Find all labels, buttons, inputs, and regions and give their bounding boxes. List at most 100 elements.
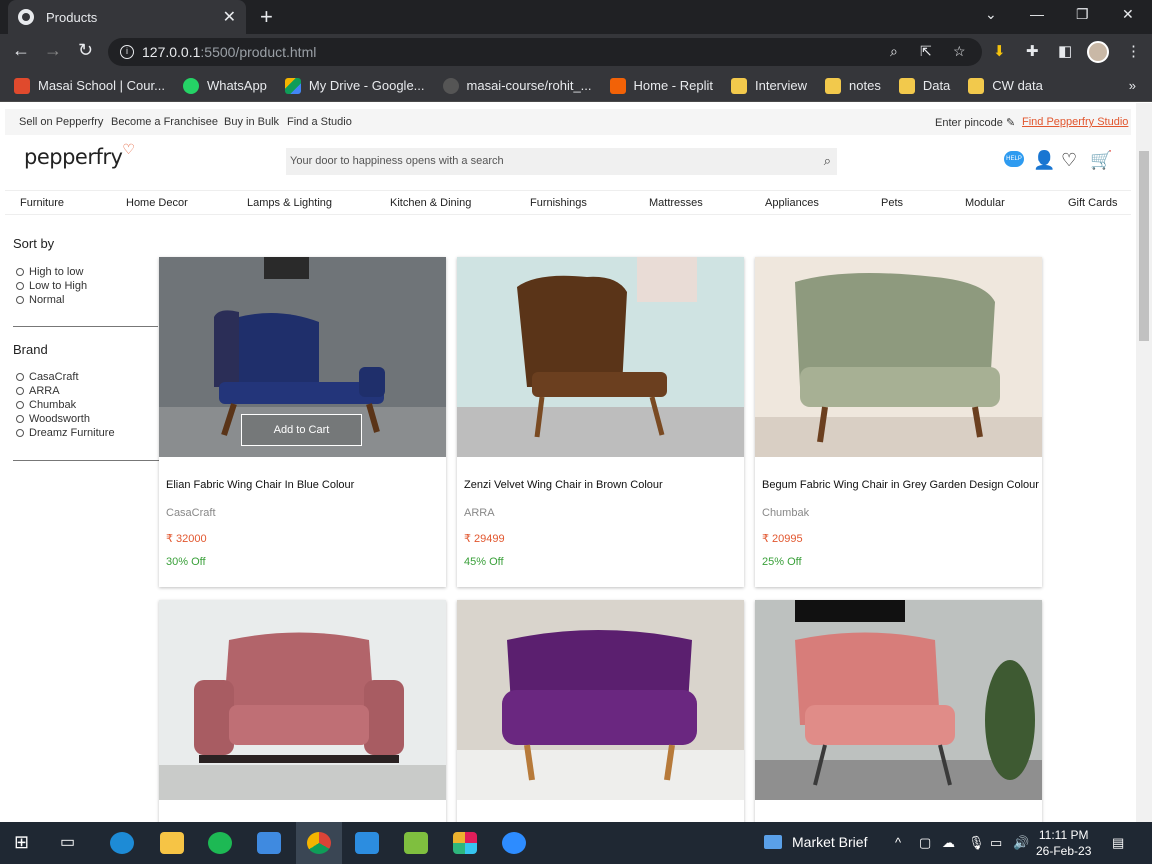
bulk-link[interactable]: Buy in Bulk [224, 116, 279, 128]
android-studio-icon[interactable] [404, 832, 428, 854]
market-brief-widget[interactable]: Market Brief [764, 834, 867, 850]
radio[interactable] [16, 282, 24, 290]
brand-chumbak[interactable]: Chumbak [16, 399, 76, 411]
bookmark-github[interactable]: masai-course/rohit_... [442, 77, 592, 94]
nav-furniture[interactable]: Furniture [20, 197, 64, 209]
product-card[interactable]: Zenzi Velvet Wing Chair in Brown Colour … [457, 257, 744, 587]
close-tab-icon[interactable]: ✕ [223, 7, 236, 27]
vscode-icon[interactable] [355, 832, 379, 854]
nav-appliances[interactable]: Appliances [765, 197, 819, 209]
nav-furnishings[interactable]: Furnishings [530, 197, 587, 209]
radio[interactable] [16, 401, 24, 409]
onedrive-icon[interactable]: ☁ [942, 835, 955, 851]
find-studio-link[interactable]: Find a Studio [287, 116, 352, 128]
menu-icon[interactable]: ⋮ [1126, 42, 1141, 60]
radio[interactable] [16, 429, 24, 437]
more-bookmarks-icon[interactable]: » [1129, 78, 1136, 93]
bookmark-drive[interactable]: My Drive - Google... [284, 77, 425, 94]
scrollbar-thumb[interactable] [1139, 151, 1149, 341]
product-image[interactable] [755, 600, 1042, 800]
product-image[interactable] [457, 600, 744, 800]
brand-casacraft[interactable]: CasaCraft [16, 371, 79, 383]
product-card[interactable]: Add to Cart Elian Fabric Wing Chair In B… [159, 257, 446, 587]
search-input[interactable]: Your door to happiness opens with a sear… [286, 148, 837, 175]
product-card[interactable] [755, 600, 1042, 822]
product-name[interactable]: Zenzi Velvet Wing Chair in Brown Colour [464, 479, 663, 491]
tab-search-icon[interactable]: ⌄ [985, 6, 997, 23]
product-image[interactable] [159, 600, 446, 800]
nav-lamps-lighting[interactable]: Lamps & Lighting [247, 197, 332, 209]
zoom-icon[interactable]: ⌕ [890, 43, 898, 60]
side-panel-icon[interactable]: ◧ [1058, 42, 1072, 60]
product-card[interactable] [159, 600, 446, 822]
windows-start-icon[interactable]: ⊞ [14, 832, 38, 854]
site-info-icon[interactable]: i [120, 45, 134, 59]
reload-icon[interactable]: ↻ [78, 40, 93, 61]
product-image[interactable]: Add to Cart [159, 257, 446, 457]
product-image[interactable] [755, 257, 1042, 457]
new-tab-icon[interactable]: + [260, 4, 273, 30]
back-icon[interactable]: ← [12, 40, 30, 61]
brand-arra[interactable]: ARRA [16, 385, 60, 397]
extensions-icon[interactable]: ✚ [1026, 42, 1039, 60]
nav-home-decor[interactable]: Home Decor [126, 197, 188, 209]
volume-icon[interactable]: 🔊 [1013, 835, 1029, 851]
chrome-icon[interactable] [307, 832, 331, 854]
sort-high-low[interactable]: High to low [16, 266, 83, 278]
window-close-icon[interactable]: ✕ [1122, 6, 1134, 23]
forward-icon[interactable]: → [44, 40, 62, 61]
product-card[interactable] [457, 600, 744, 822]
cart-icon[interactable]: 🛒 [1090, 150, 1112, 171]
product-name[interactable]: Begum Fabric Wing Chair in Grey Garden D… [762, 479, 1039, 491]
microphone-icon[interactable]: 🎙 [968, 835, 985, 851]
nav-pets[interactable]: Pets [881, 197, 903, 209]
radio[interactable] [16, 373, 24, 381]
bookmark-notes[interactable]: notes [825, 77, 881, 94]
bookmark-star-icon[interactable]: ☆ [953, 43, 966, 60]
task-view-icon[interactable]: ▭ [60, 832, 84, 854]
profile-avatar[interactable] [1087, 41, 1109, 63]
bookmark-cw-data[interactable]: CW data [968, 77, 1043, 94]
bookmark-replit[interactable]: Home - Replit [609, 77, 713, 94]
radio[interactable] [16, 415, 24, 423]
spotify-icon[interactable] [208, 832, 232, 854]
find-pepperfry-studio-link[interactable]: Find Pepperfry Studio [1022, 116, 1128, 128]
zoom-icon[interactable] [502, 832, 526, 854]
sort-low-high[interactable]: Low to High [16, 280, 87, 292]
notification-icon[interactable]: ▤ [1112, 835, 1124, 851]
sort-normal[interactable]: Normal [16, 294, 64, 306]
bookmark-masai[interactable]: Masai School | Cour... [14, 77, 165, 94]
nav-mattresses[interactable]: Mattresses [649, 197, 703, 209]
minimize-icon[interactable]: — [1030, 6, 1044, 22]
brand-woodsworth[interactable]: Woodsworth [16, 413, 90, 425]
wishlist-heart-icon[interactable]: ♡ [1061, 150, 1077, 171]
tab-products[interactable]: Products ✕ [8, 0, 246, 34]
site-logo[interactable]: pepperfry♡ [24, 142, 135, 169]
tray-chevron-icon[interactable]: ^ [895, 835, 901, 850]
slack-icon[interactable] [453, 832, 477, 854]
product-card[interactable]: Begum Fabric Wing Chair in Grey Garden D… [755, 257, 1042, 587]
bookmark-whatsapp[interactable]: WhatsApp [182, 77, 267, 94]
radio[interactable] [16, 268, 24, 276]
photos-icon[interactable] [257, 832, 281, 854]
bookmark-interview[interactable]: Interview [730, 77, 807, 94]
nav-modular[interactable]: Modular [965, 197, 1005, 209]
product-image[interactable] [457, 257, 744, 457]
edge-icon[interactable] [110, 832, 134, 854]
user-icon[interactable]: 👤 [1033, 150, 1055, 171]
product-name[interactable]: Elian Fabric Wing Chair In Blue Colour [166, 479, 354, 491]
radio[interactable] [16, 387, 24, 395]
sell-link[interactable]: Sell on Pepperfry [19, 116, 103, 128]
help-icon[interactable]: HELP [1004, 151, 1024, 167]
pincode-link[interactable]: Enter pincode ✎ [935, 116, 1015, 129]
bookmark-data[interactable]: Data [898, 77, 950, 94]
share-icon[interactable]: ⇱ [920, 43, 932, 60]
add-to-cart-button[interactable]: Add to Cart [241, 414, 362, 446]
meet-icon[interactable]: ▢ [919, 835, 931, 851]
page-scrollbar[interactable] [1136, 103, 1152, 822]
download-icon[interactable]: ⬇ [993, 42, 1006, 60]
brand-dreamz-furniture[interactable]: Dreamz Furniture [16, 427, 115, 439]
search-icon[interactable]: ⌕ [824, 153, 831, 169]
address-bar[interactable]: i 127.0.0.1:5500/product.html ⌕ ⇱ ☆ [108, 38, 982, 66]
radio[interactable] [16, 296, 24, 304]
